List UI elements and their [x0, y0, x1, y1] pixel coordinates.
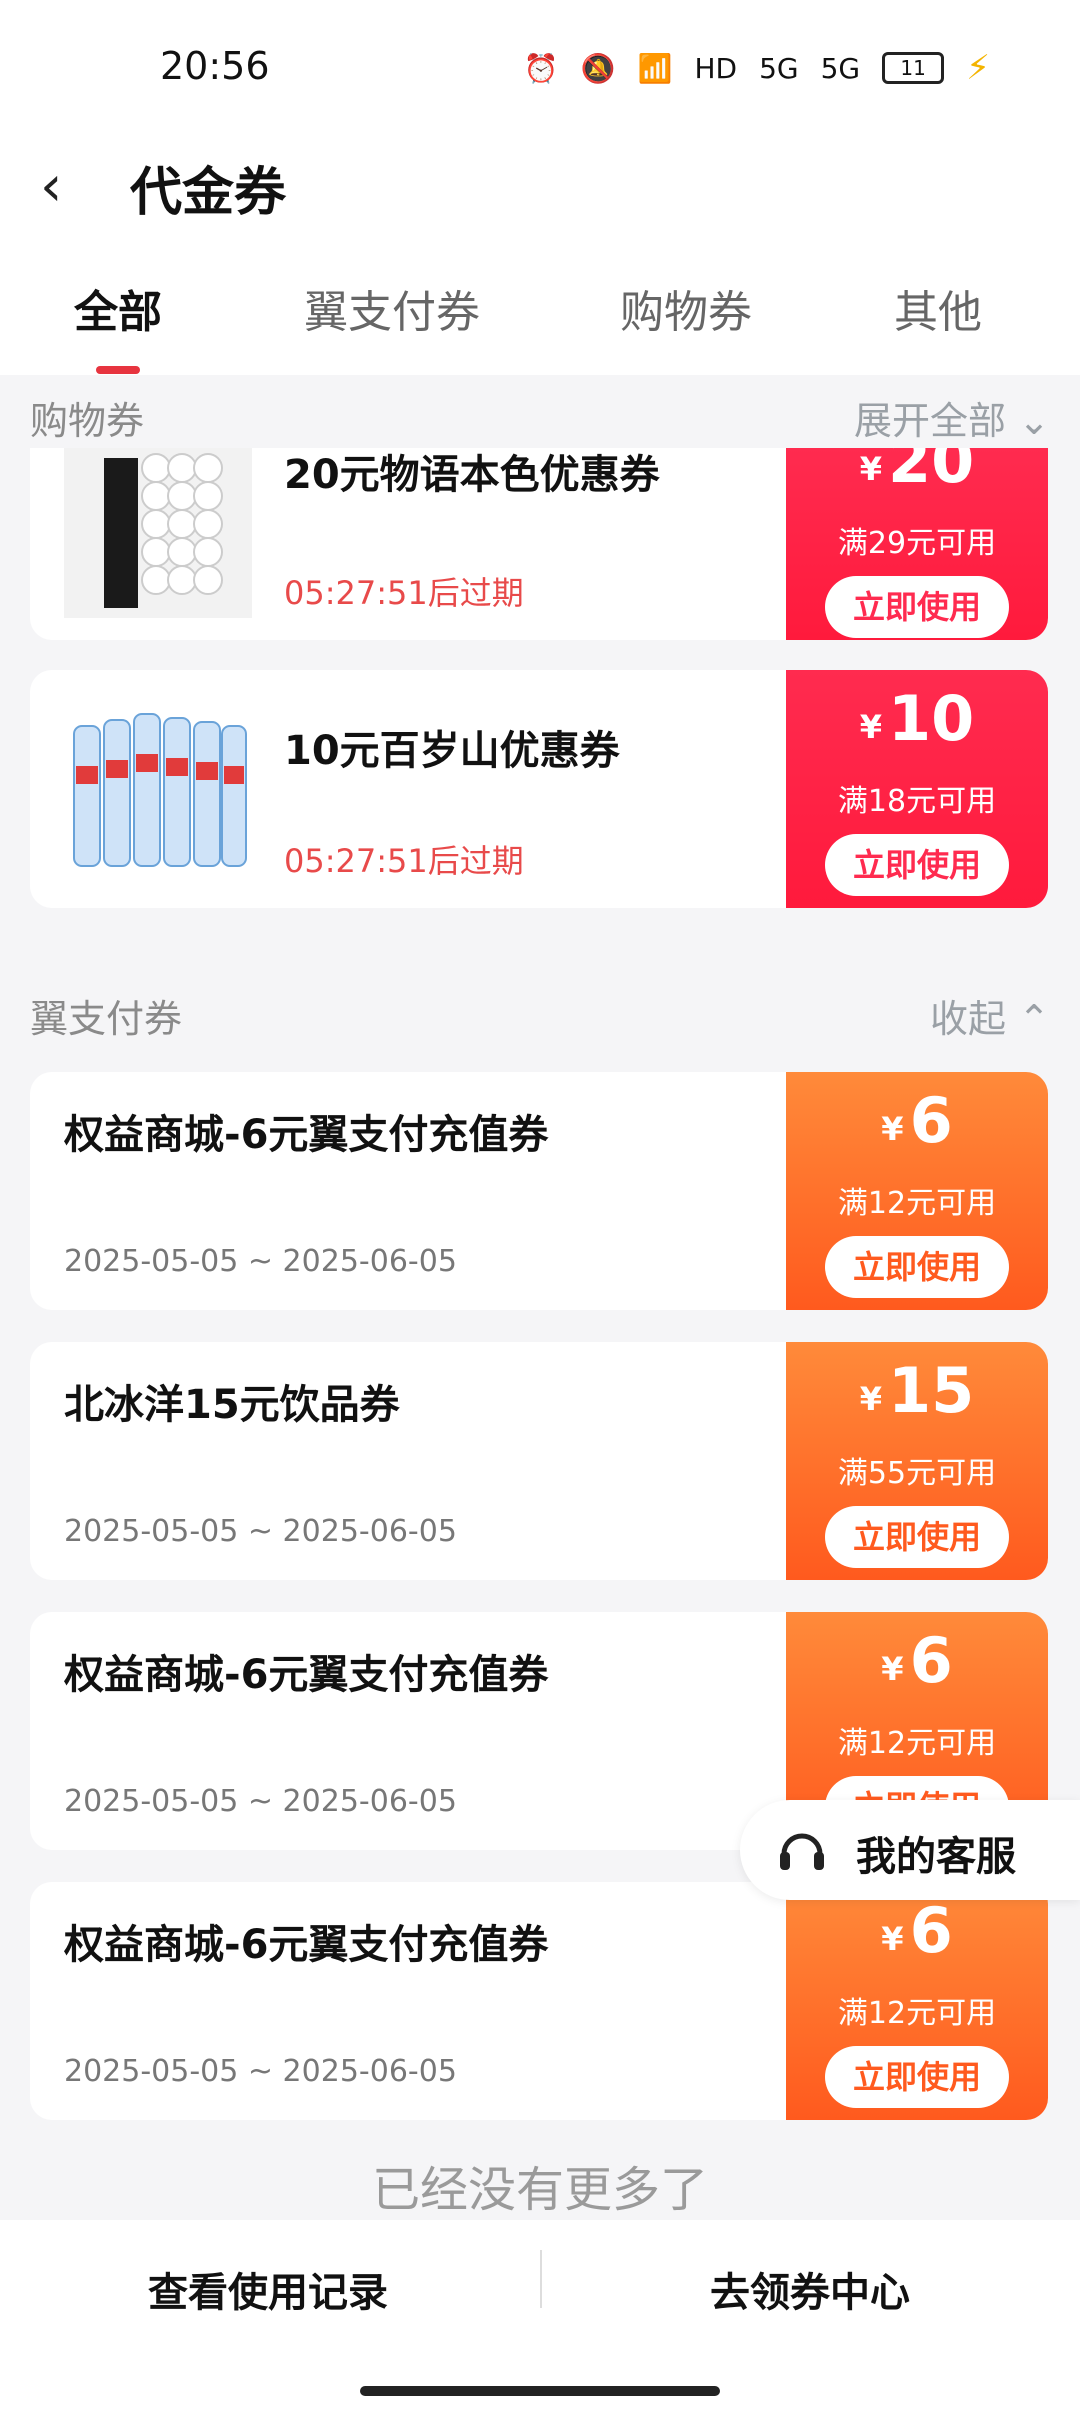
footer-divider: [540, 2250, 542, 2308]
back-icon[interactable]: ‹: [40, 152, 100, 222]
coupon-date: 2025-05-05 ~ 2025-06-05: [64, 1784, 457, 1819]
coupon-title: 北冰洋15元饮品券: [64, 1382, 400, 1428]
coupon-condition: 满12元可用: [837, 1726, 997, 1761]
expand-all-label: 展开全部: [854, 399, 1007, 443]
coupon-condition: 满29元可用: [837, 526, 997, 561]
signal-icon: 5G: [759, 51, 799, 85]
use-now-button[interactable]: 立即使用: [825, 834, 1009, 896]
home-indicator: [360, 2386, 720, 2396]
currency-symbol: ¥: [859, 1380, 882, 1418]
tab-indicator: [96, 366, 140, 374]
use-now-button[interactable]: 立即使用: [825, 2046, 1009, 2108]
coupon-date: 2025-05-05 ~ 2025-06-05: [64, 2054, 457, 2089]
coupon-amount: ¥6: [881, 1896, 952, 1982]
coupon-amount: ¥6: [881, 1086, 952, 1172]
no-more-text: 已经没有更多了: [371, 2162, 708, 2218]
coupon-card: 20元物语本色优惠券 05:27:51后过期 ¥20 满29元可用 立即使用: [30, 448, 1048, 640]
product-thumbnail: [64, 448, 252, 618]
currency-symbol: ¥: [881, 1920, 904, 1958]
page-title: 代金券: [130, 163, 287, 223]
coupon-amount: ¥6: [881, 1626, 952, 1712]
coupon-amount: ¥10: [860, 684, 975, 770]
coupon-value-pane: ¥10 满18元可用 立即使用: [786, 670, 1048, 908]
coupon-expire: 05:27:51后过期: [284, 842, 524, 880]
currency-symbol: ¥: [881, 1110, 904, 1148]
section-title: 购物券: [30, 399, 145, 443]
coupon-condition: 满12元可用: [837, 1186, 997, 1221]
alarm-icon: ⏰: [523, 51, 559, 85]
charging-icon: ⚡: [966, 48, 990, 88]
collapse-button[interactable]: 收起 ⌃: [930, 988, 1050, 1043]
use-now-button[interactable]: 立即使用: [825, 1506, 1009, 1568]
status-bar: 20:56 ⏰ 🔕 📶 HD 5G 5G 11 ⚡: [0, 0, 1080, 130]
coupon-condition: 满12元可用: [837, 1996, 997, 2031]
coupon-title: 权益商城-6元翼支付充值券: [64, 1652, 549, 1698]
coupon-value-pane: ¥6 满12元可用 立即使用: [786, 1072, 1048, 1310]
coupon-value-pane: ¥15 满55元可用 立即使用: [786, 1342, 1048, 1580]
use-now-button[interactable]: 立即使用: [825, 1236, 1009, 1298]
tab-other[interactable]: 其他: [894, 276, 982, 340]
coupon-value-pane: ¥20 满29元可用 立即使用: [786, 448, 1048, 640]
coupon-amount: ¥15: [860, 1356, 975, 1442]
tab-bar: 全部 翼支付券 购物券 其他: [0, 250, 1080, 375]
section-shopping: 购物券 展开全部 ⌄: [30, 390, 1050, 445]
tab-yipay[interactable]: 翼支付券: [304, 276, 480, 340]
battery-icon: 11: [882, 52, 945, 84]
coupon-amount-value: 15: [887, 1354, 975, 1427]
customer-service-button[interactable]: 我的客服: [740, 1800, 1080, 1900]
coupon-condition: 满18元可用: [837, 784, 997, 819]
expand-all-button[interactable]: 展开全部 ⌄: [854, 390, 1050, 445]
coupon-amount-value: 6: [909, 1894, 953, 1967]
coupon-center-button[interactable]: 去领券中心: [710, 2260, 910, 2318]
use-now-button[interactable]: 立即使用: [825, 576, 1009, 638]
coupon-card: 10元百岁山优惠券 05:27:51后过期 ¥10 满18元可用 立即使用: [30, 670, 1048, 908]
customer-service-label: 我的客服: [856, 1834, 1016, 1880]
header: ‹ 代金券: [0, 130, 1080, 250]
coupon-title: 20元物语本色优惠券: [284, 452, 660, 498]
footer-bar: 查看使用记录 去领券中心: [0, 2220, 1080, 2412]
coupon-date: 2025-05-05 ~ 2025-06-05: [64, 1244, 457, 1279]
tab-all[interactable]: 全部: [74, 276, 162, 340]
coupon-amount-value: 6: [909, 1624, 953, 1697]
mute-icon: 🔕: [580, 51, 616, 85]
usage-history-button[interactable]: 查看使用记录: [148, 2260, 388, 2318]
collapse-label: 收起: [930, 997, 1007, 1041]
chevron-up-icon: ⌃: [1018, 997, 1050, 1041]
coupon-title: 权益商城-6元翼支付充值券: [64, 1922, 549, 1968]
headset-icon: [774, 1822, 830, 1878]
coupon-card: 权益商城-6元翼支付充值券 2025-05-05 ~ 2025-06-05 ¥6…: [30, 1072, 1048, 1310]
coupon-card: 权益商城-6元翼支付充值券 2025-05-05 ~ 2025-06-05 ¥6…: [30, 1882, 1048, 2120]
wifi-icon: 📶: [637, 51, 673, 85]
product-thumbnail: [64, 696, 252, 880]
status-time: 20:56: [160, 44, 270, 88]
section-title: 翼支付券: [30, 997, 183, 1041]
currency-symbol: ¥: [881, 1650, 904, 1688]
status-icons: ⏰ 🔕 📶 HD 5G 5G 11 ⚡: [524, 48, 990, 88]
coupon-date: 2025-05-05 ~ 2025-06-05: [64, 1514, 457, 1549]
tab-shopping[interactable]: 购物券: [620, 276, 752, 340]
section-yipay: 翼支付券 收起 ⌃: [30, 988, 1050, 1043]
coupon-amount-value: 10: [887, 682, 975, 755]
currency-symbol: ¥: [859, 708, 882, 746]
coupon-amount-value: 20: [887, 448, 975, 497]
currency-symbol: ¥: [859, 450, 882, 488]
coupon-amount: ¥20: [860, 448, 975, 512]
coupon-condition: 满55元可用: [837, 1456, 997, 1491]
coupon-card: 北冰洋15元饮品券 2025-05-05 ~ 2025-06-05 ¥15 满5…: [30, 1342, 1048, 1580]
coupon-title: 权益商城-6元翼支付充值券: [64, 1112, 549, 1158]
signal-icon-2: 5G: [820, 51, 861, 85]
coupon-expire: 05:27:51后过期: [284, 574, 524, 612]
chevron-down-icon: ⌄: [1018, 399, 1050, 443]
coupon-value-pane: ¥6 满12元可用 立即使用: [786, 1882, 1048, 2120]
hd-icon: HD: [694, 51, 738, 85]
coupon-amount-value: 6: [909, 1084, 953, 1157]
coupon-title: 10元百岁山优惠券: [284, 728, 620, 774]
